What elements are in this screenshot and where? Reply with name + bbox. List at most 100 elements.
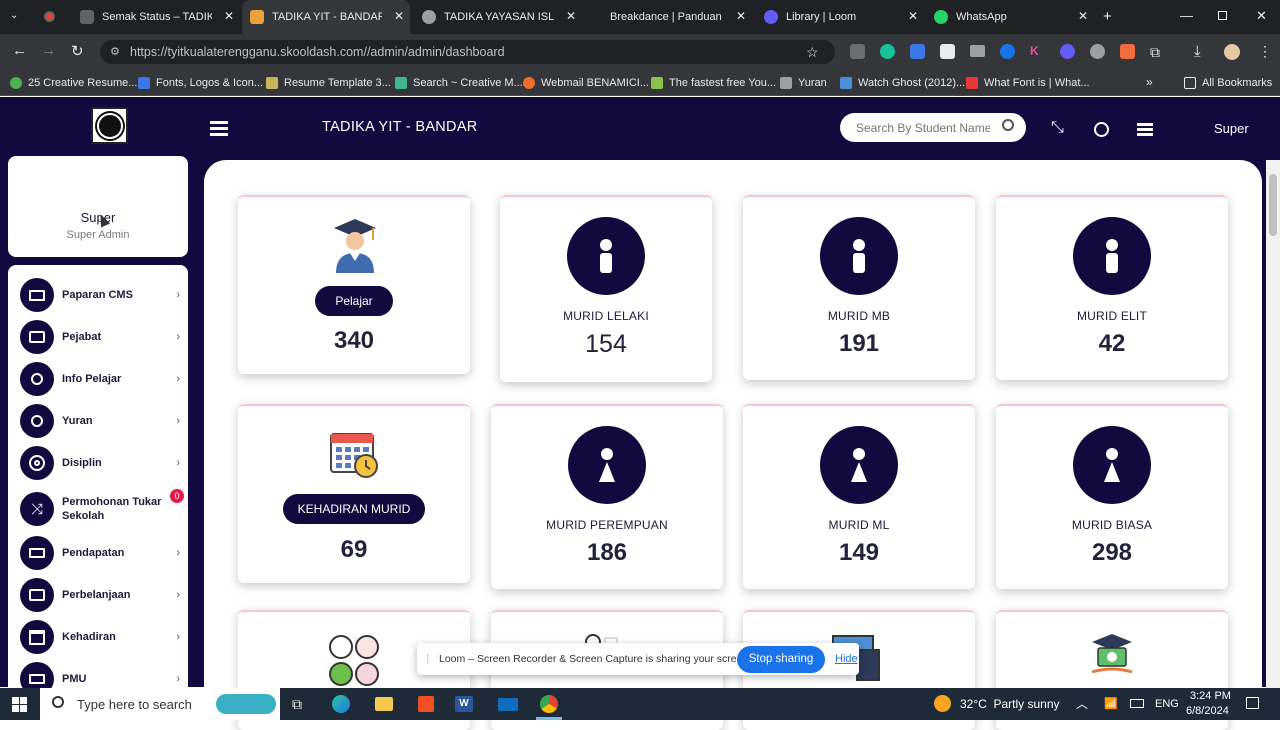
puzzle-icon[interactable]: ⧉ xyxy=(1150,44,1160,61)
extension-icon[interactable] xyxy=(1120,44,1135,59)
grammarly-icon[interactable] xyxy=(880,44,895,59)
tab-loom-library[interactable]: Library | Loom ✕ xyxy=(756,0,924,34)
more-bookmarks-icon[interactable]: » xyxy=(1146,75,1153,89)
scrollbar-thumb[interactable] xyxy=(1269,174,1277,236)
camera-icon[interactable] xyxy=(970,45,985,57)
stat-card-murid-mb[interactable]: MURID MB 191 xyxy=(743,195,975,380)
stat-card-murid-perempuan[interactable]: MURID PEREMPUAN 186 xyxy=(491,404,723,589)
clock-time[interactable]: 3:24 PM xyxy=(1190,690,1231,702)
bookmark-item[interactable]: Resume Template 3... xyxy=(266,70,391,96)
extension-icon[interactable] xyxy=(1060,44,1075,59)
stat-card-pelajar[interactable]: Pelajar 340 xyxy=(238,195,470,374)
bookmark-item[interactable]: Watch Ghost (2012)... xyxy=(840,70,965,96)
sidebar-item-disiplin[interactable]: Disiplin › xyxy=(20,443,180,483)
tab-tadika-yayasan[interactable]: TADIKA YAYASAN ISLAM ✕ xyxy=(414,0,582,34)
windows-start-icon[interactable] xyxy=(12,697,27,712)
close-icon[interactable]: ✕ xyxy=(566,9,576,23)
user-menu[interactable]: Super xyxy=(1214,121,1249,136)
page-scrollbar[interactable] xyxy=(1266,160,1280,688)
tab-search-icon[interactable]: ⌄ xyxy=(10,10,18,21)
bookmark-item[interactable]: Search ~ Creative M... xyxy=(395,70,523,96)
sidebar-item-yuran[interactable]: Yuran › xyxy=(20,401,180,441)
sidebar-item-paparan-cms[interactable]: Paparan CMS › xyxy=(20,275,180,315)
close-icon[interactable]: ✕ xyxy=(394,9,404,23)
download-icon[interactable]: ⤓ xyxy=(1194,43,1201,60)
weather-icon[interactable] xyxy=(934,695,951,712)
sidebar-item-pejabat[interactable]: Pejabat › xyxy=(20,317,180,357)
sidebar-item-info-pelajar[interactable]: Info Pelajar › xyxy=(20,359,180,399)
tab-semak-status[interactable]: Semak Status – TADIKA Y ✕ xyxy=(72,0,240,34)
restore-icon[interactable] xyxy=(1218,11,1227,20)
extension-icon[interactable] xyxy=(940,44,955,59)
bookmark-item[interactable]: The fastest free You... xyxy=(651,70,776,96)
stat-card-murid-biasa[interactable]: MURID BIASA 298 xyxy=(996,404,1228,589)
bookmark-item[interactable]: 25 Creative Resume... xyxy=(10,70,137,96)
minimize-icon[interactable]: — xyxy=(1180,8,1193,23)
word-icon[interactable]: W xyxy=(455,696,473,712)
tab-tadika-yit[interactable]: TADIKA YIT - BANDAR ✕ xyxy=(242,0,410,34)
hide-loom-button[interactable]: Hide xyxy=(835,653,858,665)
pelajar-button[interactable]: Pelajar xyxy=(315,286,393,316)
back-icon[interactable]: ← xyxy=(12,42,27,59)
site-info-icon[interactable]: ⚙ xyxy=(110,40,120,64)
close-icon[interactable]: ✕ xyxy=(1078,9,1088,23)
stat-card-kehadiran[interactable]: KEHADIRAN MURID 69 xyxy=(238,404,470,583)
extension-icon[interactable] xyxy=(1090,44,1105,59)
bookmark-item[interactable]: What Font is | What... xyxy=(966,70,1090,96)
student-search-input[interactable] xyxy=(856,119,990,136)
close-window-icon[interactable]: ✕ xyxy=(1256,8,1267,24)
mail-icon[interactable] xyxy=(498,698,518,711)
close-icon[interactable]: ✕ xyxy=(908,9,918,23)
forward-icon[interactable]: → xyxy=(41,42,56,59)
stop-sharing-button[interactable]: Stop sharing xyxy=(737,646,825,673)
tab-breakdance[interactable]: Breakdance | Panduan Gu ✕ xyxy=(584,0,752,34)
taskbar-search[interactable]: Type here to search xyxy=(40,688,280,720)
bookmark-star-icon[interactable]: ☆ xyxy=(806,40,819,64)
clock-date[interactable]: 6/8/2024 xyxy=(1186,705,1229,717)
school-logo[interactable] xyxy=(91,107,128,144)
bookmark-item[interactable]: Webmail BENAMICI... xyxy=(523,70,649,96)
chevron-up-icon[interactable]: ︿ xyxy=(1076,695,1088,712)
close-icon[interactable]: ✕ xyxy=(224,9,234,23)
search-icon[interactable] xyxy=(1002,119,1014,131)
stat-card-murid-elit[interactable]: MURID ELIT 42 xyxy=(996,195,1228,380)
task-view-icon[interactable]: ⧉ xyxy=(292,696,302,713)
stat-card-murid-lelaki[interactable]: MURID LELAKI 154 xyxy=(500,195,712,382)
extension-icon[interactable] xyxy=(910,44,925,59)
notification-icon[interactable] xyxy=(1246,697,1259,709)
server-icon[interactable] xyxy=(1137,123,1153,136)
extension-icon[interactable]: K xyxy=(1030,44,1039,58)
profile-avatar[interactable] xyxy=(1224,44,1240,60)
new-tab-icon[interactable]: + xyxy=(1103,8,1112,25)
edge-icon[interactable] xyxy=(332,695,350,713)
sidebar-item-permohonan[interactable]: ⤨ Permohonan Tukar Sekolah 0 xyxy=(20,487,184,531)
chrome-taskbar-icon[interactable] xyxy=(540,695,558,713)
menu-dots-icon[interactable]: ⋮ xyxy=(1258,43,1272,60)
extension-icon[interactable] xyxy=(850,44,865,59)
reload-icon[interactable]: ↻ xyxy=(71,42,84,60)
sidebar-item-kehadiran[interactable]: Kehadiran › xyxy=(20,617,180,657)
close-icon[interactable]: ✕ xyxy=(736,9,746,23)
file-explorer-icon[interactable] xyxy=(375,697,393,711)
all-bookmarks[interactable]: All Bookmarks xyxy=(1184,70,1272,96)
extension-icon[interactable] xyxy=(1000,44,1015,59)
store-icon[interactable] xyxy=(418,696,434,712)
collapse-icon[interactable]: ⤡ xyxy=(1051,119,1064,137)
sidebar-item-perbelanjaan[interactable]: Perbelanjaan › xyxy=(20,575,180,615)
bookmark-item[interactable]: Yuran xyxy=(780,70,827,96)
student-search[interactable] xyxy=(840,113,1026,142)
clock-icon[interactable] xyxy=(1094,122,1109,137)
stat-card-murid-ml[interactable]: MURID ML 149 xyxy=(743,404,975,589)
recording-icon[interactable] xyxy=(44,11,55,22)
hamburger-menu-icon[interactable] xyxy=(210,121,228,136)
bookmark-item[interactable]: Fonts, Logos & Icon... xyxy=(138,70,263,96)
kehadiran-murid-button[interactable]: KEHADIRAN MURID xyxy=(283,494,425,524)
battery-icon[interactable] xyxy=(1130,699,1144,708)
weather-text[interactable]: 32°C Partly sunny xyxy=(960,697,1060,711)
url-field[interactable]: ⚙ https://tyitkualaterengganu.skooldash.… xyxy=(100,40,835,64)
drag-handle-icon[interactable]: ⁞ xyxy=(426,652,429,666)
tab-whatsapp[interactable]: WhatsApp ✕ xyxy=(926,0,1094,34)
sidebar-item-pendapatan[interactable]: Pendapatan › xyxy=(20,533,180,573)
network-icon[interactable]: 📶 xyxy=(1104,697,1118,710)
language-indicator[interactable]: ENG xyxy=(1155,698,1179,710)
